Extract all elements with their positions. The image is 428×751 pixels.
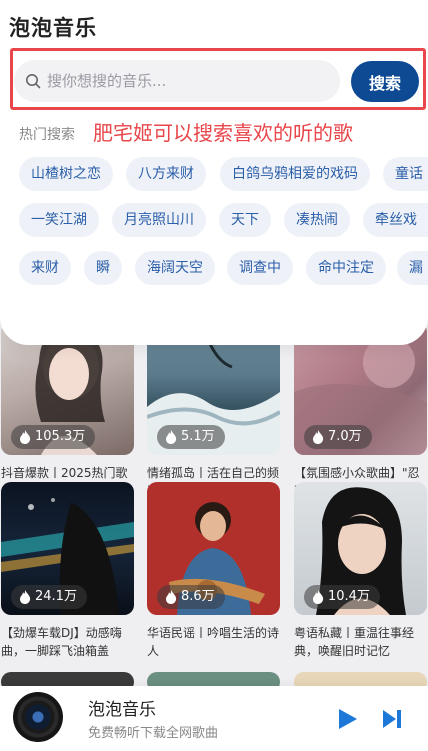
hot-search-chip[interactable]: 瞬 (84, 251, 122, 285)
play-count-badge: 7.0万 (304, 425, 372, 449)
hot-search-chip[interactable]: 牵丝戏 (363, 203, 428, 237)
play-count-badge: 5.1万 (157, 425, 225, 449)
play-count: 10.4万 (328, 589, 370, 604)
hot-search-chip[interactable]: 漏 (397, 251, 428, 285)
hot-search-chip[interactable]: 来财 (19, 251, 71, 285)
hot-search-chip[interactable]: 凑热闹 (284, 203, 350, 237)
player-subtitle: 免费畅听下载全网歌曲 (88, 726, 219, 741)
flame-icon (20, 430, 31, 444)
play-count-badge: 105.3万 (11, 425, 96, 449)
app-title: 泡泡音乐 (9, 16, 97, 40)
hot-search-chip[interactable]: 白鸽乌鸦相爱的戏码 (220, 157, 370, 191)
play-count: 24.1万 (35, 589, 77, 604)
hot-search-chip[interactable]: 童话 (383, 157, 428, 191)
mini-player[interactable]: 泡泡音乐 免费畅听下载全网歌曲 (0, 686, 428, 751)
hot-search-chip[interactable]: 天下 (219, 203, 271, 237)
play-count: 8.6万 (181, 589, 215, 604)
flame-icon (166, 430, 177, 444)
flame-icon (313, 430, 324, 444)
album-disc (13, 692, 63, 742)
search-input[interactable] (47, 60, 332, 102)
hot-search-chip[interactable]: 八方来财 (126, 157, 206, 191)
flame-icon (166, 590, 177, 604)
search-bar[interactable] (14, 60, 340, 102)
playlist-title: 【劲爆车载DJ】动感嗨曲，一脚踩飞油箱盖 (1, 626, 122, 658)
playlist-title: 华语民谣丨吟唱生活的诗人 (147, 626, 280, 658)
hot-search-chip[interactable]: 命中注定 (306, 251, 386, 285)
play-icon[interactable] (336, 708, 360, 730)
search-icon (26, 74, 41, 89)
hot-search-chip[interactable]: 调查中 (227, 251, 293, 285)
play-count: 105.3万 (35, 429, 86, 444)
hot-search-chip[interactable]: 山楂树之恋 (19, 157, 113, 191)
play-count-badge: 24.1万 (11, 585, 87, 609)
play-count: 5.1万 (181, 429, 215, 444)
play-count-badge: 10.4万 (304, 585, 380, 609)
hint-annotation: 肥宅姬可以搜索喜欢的听的歌 (93, 121, 353, 145)
playlist-title: 粤语私藏丨重温往事经典，唤醒旧时记忆 (294, 626, 415, 658)
search-button[interactable]: 搜索 (351, 61, 419, 102)
hot-search-chip[interactable]: 月亮照山川 (112, 203, 206, 237)
search-panel: 泡泡音乐 搜索 热门搜索 肥宅姬可以搜索喜欢的听的歌 山楂树之恋 八方来财 白鸽… (0, 0, 428, 345)
flame-icon (20, 590, 31, 604)
play-count-badge: 8.6万 (157, 585, 225, 609)
player-title: 泡泡音乐 (88, 700, 156, 720)
hot-search-chip[interactable]: 一笑江湖 (19, 203, 99, 237)
hot-search-chip[interactable]: 海阔天空 (135, 251, 215, 285)
play-count: 7.0万 (328, 429, 362, 444)
next-track-icon[interactable] (381, 709, 403, 729)
flame-icon (313, 590, 324, 604)
hot-search-label: 热门搜索 (19, 127, 75, 143)
